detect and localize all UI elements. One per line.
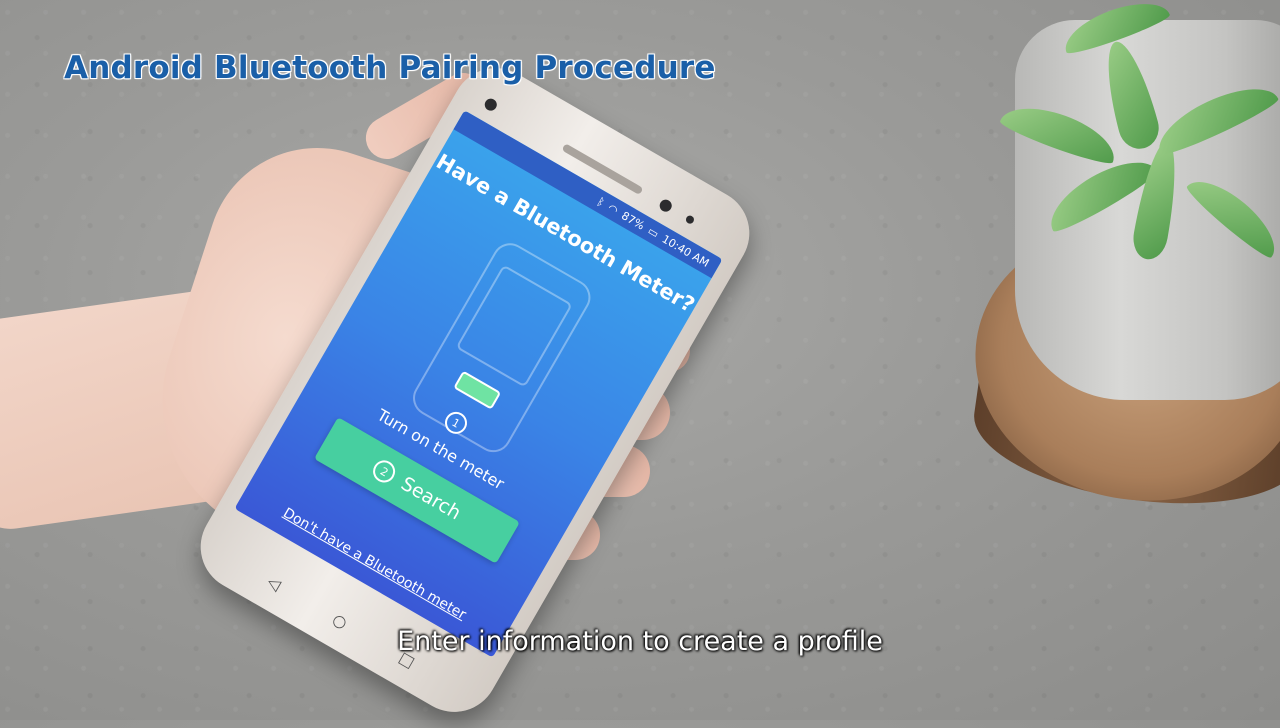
step-2-badge: 2 (369, 456, 400, 487)
battery-icon: ▭ (645, 223, 662, 241)
bluetooth-icon: ᛒ (594, 194, 608, 210)
front-camera-icon (657, 197, 674, 214)
front-camera-icon (482, 96, 499, 113)
back-nav-icon[interactable]: ◁ (264, 572, 284, 595)
meter-illustration: 1 (393, 228, 609, 463)
video-subtitle: Enter information to create a profile (397, 626, 883, 657)
video-title: Android Bluetooth Pairing Procedure (64, 50, 716, 86)
sensor-icon (684, 214, 696, 226)
wifi-icon: ◠ (605, 200, 621, 217)
search-button-label: Search (397, 472, 465, 525)
